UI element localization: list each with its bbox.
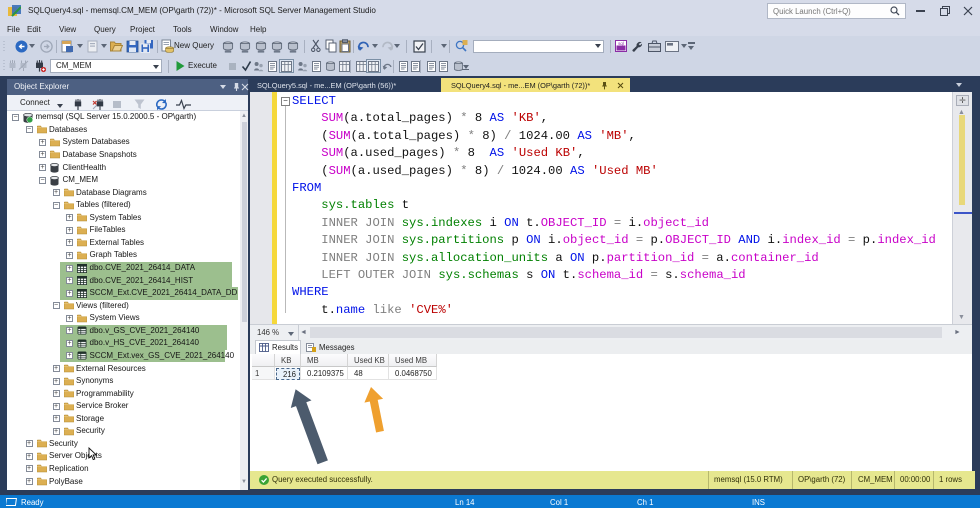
- svg-text:sql: sql: [618, 41, 624, 46]
